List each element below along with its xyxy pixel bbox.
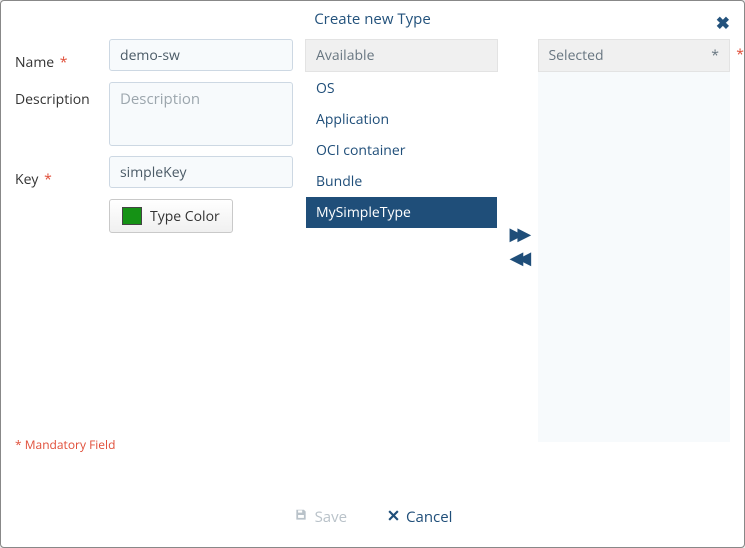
close-icon[interactable]: ✖ xyxy=(716,11,730,34)
name-label: Name * xyxy=(15,39,109,72)
required-marker: * xyxy=(60,53,68,72)
name-label-text: Name xyxy=(15,53,54,72)
type-color-label: Type Color xyxy=(150,207,220,226)
selected-header-text: Selected xyxy=(549,46,604,65)
color-swatch-icon xyxy=(122,207,142,225)
name-row: Name * xyxy=(15,39,305,72)
selected-header-asterisk: * xyxy=(711,46,719,65)
description-label: Description xyxy=(15,82,109,146)
dialog-body: Name * Description Key * Type Color xyxy=(1,39,744,453)
name-input[interactable] xyxy=(109,39,293,71)
key-row: Key * xyxy=(15,156,305,189)
move-right-icon[interactable]: ▶▶ xyxy=(510,225,526,243)
list-item[interactable]: OCI container xyxy=(306,135,497,166)
cancel-icon xyxy=(387,507,400,527)
type-color-button[interactable]: Type Color xyxy=(109,199,233,233)
move-left-icon[interactable]: ◀◀ xyxy=(510,249,526,267)
form-pane: Name * Description Key * Type Color xyxy=(15,39,305,453)
list-item[interactable]: OS xyxy=(306,73,497,104)
description-row: Description xyxy=(15,82,305,146)
key-label: Key * xyxy=(15,156,109,189)
available-list[interactable]: OSApplicationOCI containerBundleMySimple… xyxy=(305,72,498,442)
selected-list[interactable] xyxy=(538,72,731,442)
key-input[interactable] xyxy=(109,156,293,188)
dialog-title: Create new Type xyxy=(1,1,744,39)
selected-header: Selected * xyxy=(538,39,731,72)
available-header: Available xyxy=(305,39,498,72)
available-column: Available OSApplicationOCI containerBund… xyxy=(305,39,498,453)
cancel-button[interactable]: Cancel xyxy=(387,507,452,527)
mandatory-field-note: * Mandatory Field xyxy=(15,436,115,453)
create-type-dialog: Create new Type ✖ Name * Description Key… xyxy=(0,0,745,548)
dialog-footer: Save Cancel xyxy=(1,487,744,547)
list-item[interactable]: Application xyxy=(306,104,497,135)
save-icon xyxy=(293,507,309,527)
list-item[interactable]: MySimpleType xyxy=(306,197,497,228)
cancel-label: Cancel xyxy=(406,507,452,527)
description-input[interactable] xyxy=(109,82,293,146)
save-button[interactable]: Save xyxy=(293,507,347,527)
required-marker: * xyxy=(736,45,744,64)
required-marker: * xyxy=(44,170,52,189)
key-label-text: Key xyxy=(15,170,38,189)
list-item[interactable]: Bundle xyxy=(306,166,497,197)
picklist-controls: ▶▶ ◀◀ xyxy=(510,39,526,453)
save-label: Save xyxy=(315,507,347,527)
picklist: Available OSApplicationOCI containerBund… xyxy=(305,39,730,453)
selected-column: Selected * * xyxy=(538,39,731,453)
